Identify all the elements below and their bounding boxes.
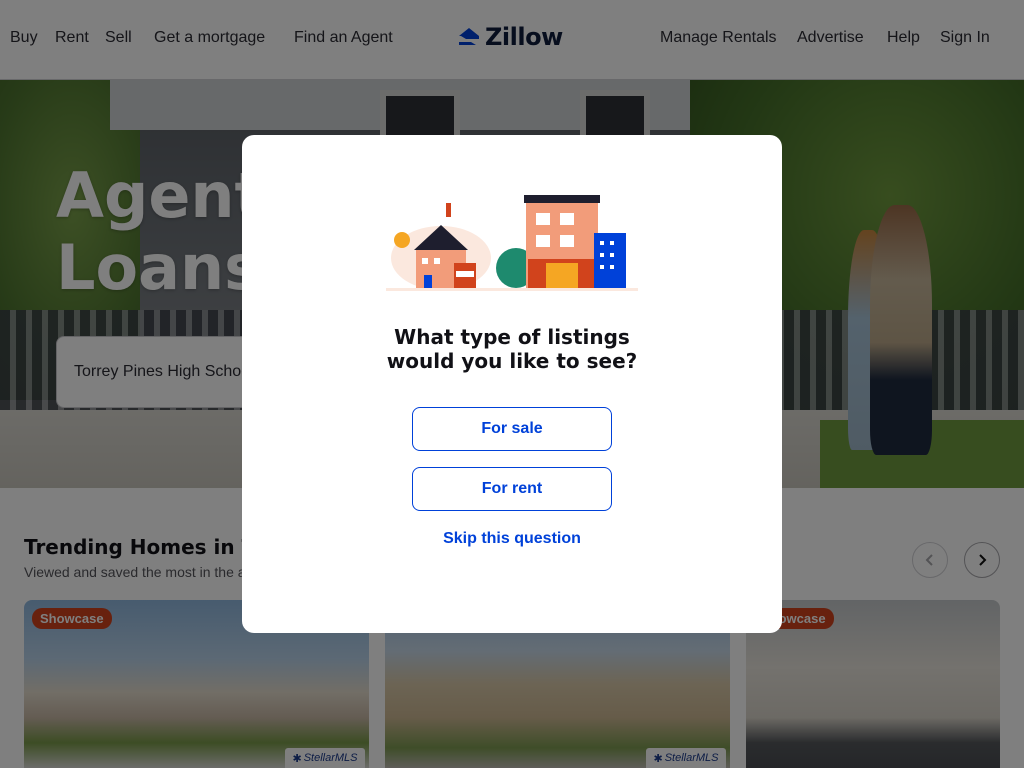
modal-title: What type of listings would you like to … <box>242 325 782 373</box>
for-rent-button[interactable]: For rent <box>412 467 612 511</box>
skip-question-link[interactable]: Skip this question <box>242 530 782 548</box>
listing-type-modal: What type of listings would you like to … <box>242 135 782 633</box>
modal-title-line-2: would you like to see? <box>386 349 638 373</box>
modal-title-line-1: What type of listings <box>394 325 630 349</box>
for-sale-button[interactable]: For sale <box>412 407 612 451</box>
homes-illustration <box>386 195 638 291</box>
